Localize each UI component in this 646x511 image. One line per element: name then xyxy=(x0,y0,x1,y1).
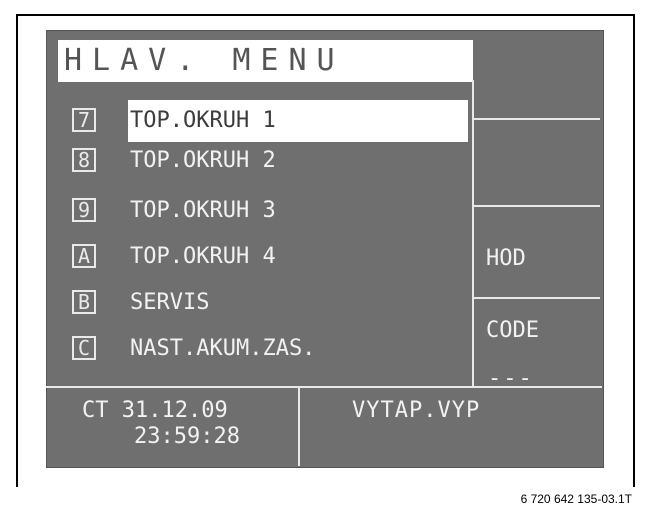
menu-key-c[interactable]: C xyxy=(72,336,96,360)
hod-label: HOD xyxy=(486,246,526,271)
page-title: HLAV. MENU xyxy=(58,40,473,82)
menu-item-label: TOP.OKRUH 3 xyxy=(130,198,276,223)
menu-item-label: TOP.OKRUH 1 xyxy=(130,108,276,133)
menu-item-top-okruh-2[interactable]: 8 TOP.OKRUH 2 xyxy=(72,146,472,176)
menu-key-b[interactable]: B xyxy=(72,290,96,314)
menu-item-servis[interactable]: B SERVIS xyxy=(72,288,472,318)
menu-item-label: TOP.OKRUH 4 xyxy=(130,244,276,269)
menu-item-nast-akum-zas[interactable]: C NAST.AKUM.ZAS. xyxy=(72,334,472,364)
right-divider-3 xyxy=(474,297,600,299)
menu-item-top-okruh-3[interactable]: 9 TOP.OKRUH 3 xyxy=(72,196,472,226)
menu-item-label: NAST.AKUM.ZAS. xyxy=(130,336,316,361)
heating-status: VYTAP.VYP xyxy=(352,398,481,423)
figure-caption: 6 720 642 135-03.1T xyxy=(520,492,632,506)
menu-item-top-okruh-4[interactable]: A TOP.OKRUH 4 xyxy=(72,242,472,272)
menu-key-a[interactable]: A xyxy=(72,244,96,268)
menu-item-top-okruh-1[interactable]: 7 TOP.OKRUH 1 xyxy=(72,106,472,136)
menu-key-8[interactable]: 8 xyxy=(72,148,96,172)
footer-center-divider xyxy=(298,386,300,466)
menu-item-label: SERVIS xyxy=(130,290,210,315)
menu-key-7[interactable]: 7 xyxy=(72,108,96,132)
right-divider-1 xyxy=(474,118,600,120)
ct-prefix: CT xyxy=(82,398,109,423)
menu-key-9[interactable]: 9 xyxy=(72,198,96,222)
code-label: CODE xyxy=(486,318,539,343)
date-value: 31.12.09 xyxy=(121,398,228,423)
right-divider-2 xyxy=(474,205,600,207)
clock-display: CT 31.12.09 23:59:28 xyxy=(82,398,240,450)
code-value: --- xyxy=(488,366,534,391)
right-panel-divider xyxy=(472,80,474,387)
time-value: 23:59:28 xyxy=(134,424,240,449)
menu-item-label: TOP.OKRUH 2 xyxy=(130,148,276,173)
